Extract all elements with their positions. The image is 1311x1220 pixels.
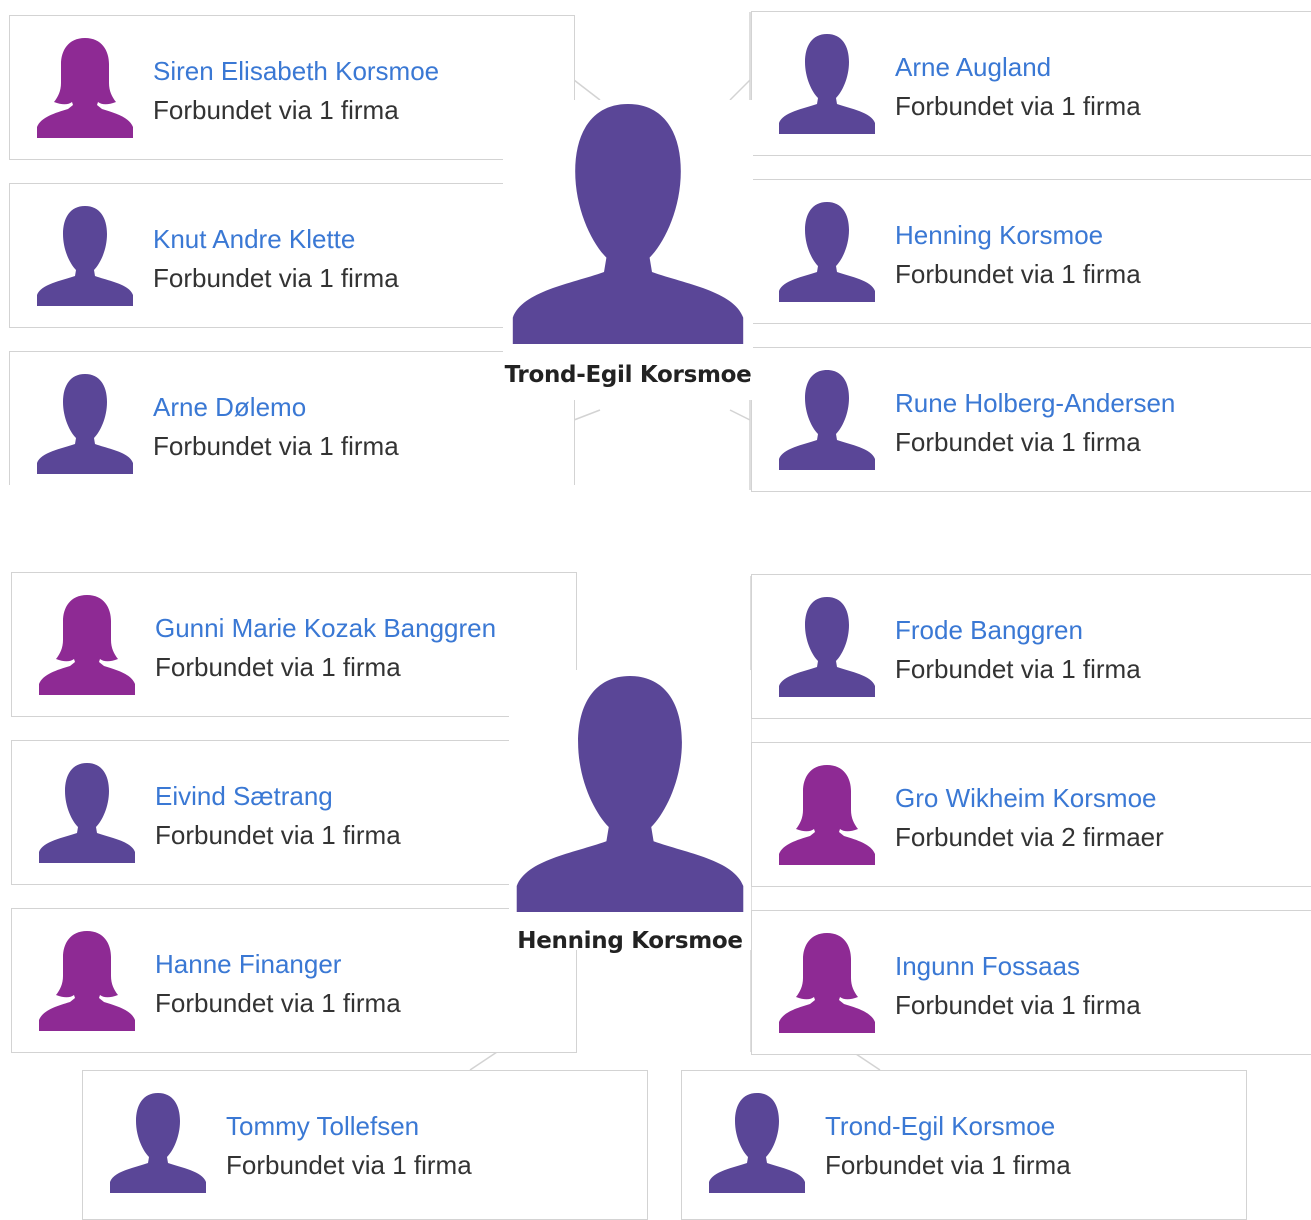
- connection-card[interactable]: Ingunn Fossaas Forbundet via 1 firma: [751, 910, 1311, 1055]
- connection-name-link[interactable]: Arne Augland: [895, 52, 1051, 83]
- male-person-icon: [35, 206, 135, 306]
- male-person-icon: [777, 597, 877, 697]
- connection-card[interactable]: Trond-Egil Korsmoe Forbundet via 1 firma: [681, 1070, 1247, 1220]
- connection-card[interactable]: Arne Dølemo Forbundet via 1 firma: [9, 351, 575, 485]
- connection-card[interactable]: Gro Wikheim Korsmoe Forbundet via 2 firm…: [751, 742, 1311, 887]
- connection-name-link[interactable]: Hanne Finanger: [155, 949, 341, 980]
- connection-detail: Forbundet via 1 firma: [226, 1150, 472, 1180]
- male-person-icon: [37, 763, 137, 863]
- male-person-icon: [707, 1093, 807, 1193]
- connection-card[interactable]: Arne Augland Forbundet via 1 firma: [751, 11, 1311, 156]
- connection-name-link[interactable]: Knut Andre Klette: [153, 224, 355, 255]
- connection-detail: Forbundet via 1 firma: [155, 988, 401, 1018]
- connection-card[interactable]: Knut Andre Klette Forbundet via 1 firma: [9, 183, 575, 328]
- connection-detail: Forbundet via 1 firma: [895, 654, 1141, 684]
- connection-name-link[interactable]: Arne Dølemo: [153, 392, 306, 423]
- female-person-icon: [777, 765, 877, 865]
- connection-card[interactable]: Siren Elisabeth Korsmoe Forbundet via 1 …: [9, 15, 575, 160]
- connection-detail: Forbundet via 2 firmaer: [895, 822, 1164, 852]
- connection-card[interactable]: Frode Banggren Forbundet via 1 firma: [751, 574, 1311, 719]
- male-person-icon: [777, 202, 877, 302]
- connection-card[interactable]: Eivind Sætrang Forbundet via 1 firma: [11, 740, 577, 885]
- female-person-icon: [37, 595, 137, 695]
- center-person-name: Henning Korsmoe: [517, 928, 743, 954]
- connection-detail: Forbundet via 1 firma: [153, 431, 399, 461]
- connection-detail: Forbundet via 1 firma: [153, 263, 399, 293]
- connection-card[interactable]: Gunni Marie Kozak Banggren Forbundet via…: [11, 572, 577, 717]
- connection-name-link[interactable]: Tommy Tollefsen: [226, 1111, 419, 1142]
- connection-card[interactable]: Hanne Finanger Forbundet via 1 firma: [11, 908, 577, 1053]
- connection-name-link[interactable]: Siren Elisabeth Korsmoe: [153, 56, 439, 87]
- male-person-icon: [512, 104, 744, 344]
- female-person-icon: [777, 933, 877, 1033]
- center-person-name: Trond-Egil Korsmoe: [504, 362, 752, 388]
- connection-detail: Forbundet via 1 firma: [155, 652, 401, 682]
- female-person-icon: [35, 38, 135, 138]
- connection-name-link[interactable]: Trond-Egil Korsmoe: [825, 1111, 1055, 1142]
- connection-detail: Forbundet via 1 firma: [155, 820, 401, 850]
- connection-detail: Forbundet via 1 firma: [825, 1150, 1071, 1180]
- connection-name-link[interactable]: Eivind Sætrang: [155, 781, 333, 812]
- center-person[interactable]: Trond-Egil Korsmoe: [503, 100, 753, 400]
- connection-detail: Forbundet via 1 firma: [895, 990, 1141, 1020]
- center-person[interactable]: Henning Korsmoe: [509, 670, 751, 954]
- male-person-icon: [108, 1093, 208, 1193]
- connection-detail: Forbundet via 1 firma: [895, 427, 1141, 457]
- connection-card[interactable]: Henning Korsmoe Forbundet via 1 firma: [751, 179, 1311, 324]
- connection-name-link[interactable]: Henning Korsmoe: [895, 220, 1103, 251]
- male-person-icon: [777, 370, 877, 470]
- connection-detail: Forbundet via 1 firma: [895, 91, 1141, 121]
- male-person-icon: [777, 34, 877, 134]
- connection-detail: Forbundet via 1 firma: [895, 259, 1141, 289]
- connection-name-link[interactable]: Rune Holberg-Andersen: [895, 388, 1175, 419]
- connection-card[interactable]: Tommy Tollefsen Forbundet via 1 firma: [82, 1070, 648, 1220]
- connection-name-link[interactable]: Ingunn Fossaas: [895, 951, 1080, 982]
- male-person-icon: [516, 676, 744, 912]
- connection-detail: Forbundet via 1 firma: [153, 95, 399, 125]
- female-person-icon: [37, 931, 137, 1031]
- male-person-icon: [35, 374, 135, 474]
- connection-name-link[interactable]: Frode Banggren: [895, 615, 1083, 646]
- connection-card[interactable]: Rune Holberg-Andersen Forbundet via 1 fi…: [751, 347, 1311, 492]
- connection-name-link[interactable]: Gunni Marie Kozak Banggren: [155, 613, 496, 644]
- connection-name-link[interactable]: Gro Wikheim Korsmoe: [895, 783, 1157, 814]
